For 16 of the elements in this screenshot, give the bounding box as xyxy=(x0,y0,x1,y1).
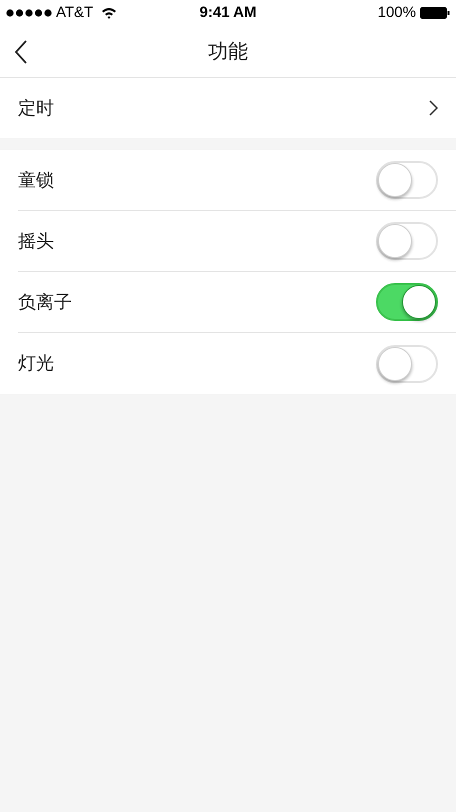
timer-label: 定时 xyxy=(18,96,54,120)
carrier-label: AT&T xyxy=(56,2,94,23)
setting-label: 灯光 xyxy=(18,352,54,375)
wifi-icon xyxy=(101,7,118,19)
back-chevron-icon xyxy=(14,40,28,64)
signal-icon xyxy=(6,9,52,17)
page-title: 功能 xyxy=(208,40,248,64)
battery-percentage: 100% xyxy=(378,2,416,23)
setting-label: 负离子 xyxy=(18,290,72,314)
setting-label: 童锁 xyxy=(18,168,54,192)
battery-icon xyxy=(420,7,450,19)
timer-row[interactable]: 定时 xyxy=(0,78,456,138)
chevron-right-icon xyxy=(429,100,438,116)
setting-label: 摇头 xyxy=(18,230,54,252)
toggle-switch[interactable] xyxy=(376,283,438,321)
clock-time: 9:41 AM xyxy=(200,2,256,23)
